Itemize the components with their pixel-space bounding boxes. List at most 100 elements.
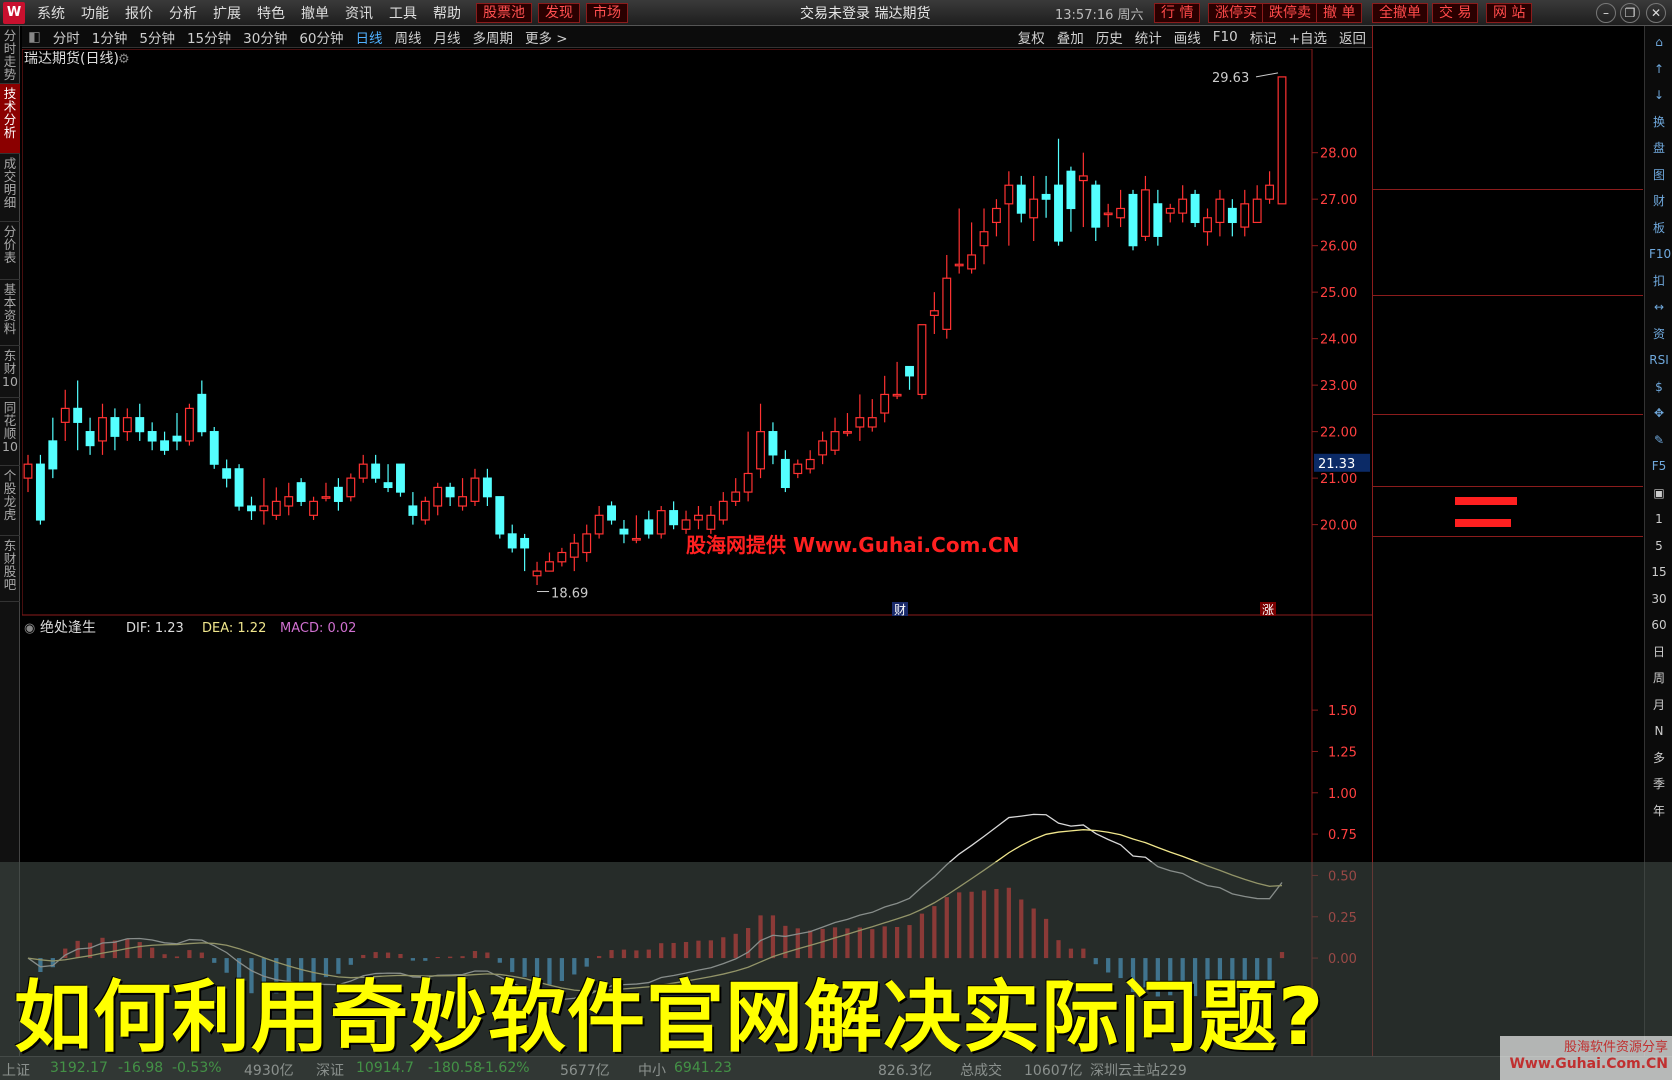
candle-body: [545, 561, 554, 572]
right-tool-icon[interactable]: ↔: [1649, 297, 1669, 317]
menu-item[interactable]: 扩展: [205, 3, 249, 23]
right-tool-icon[interactable]: 1: [1649, 509, 1669, 529]
chart-tool-button[interactable]: 历史: [1090, 27, 1129, 47]
chart-tool-button[interactable]: 统计: [1129, 27, 1168, 47]
minimize-icon[interactable]: –: [1596, 3, 1616, 23]
right-tool-icon[interactable]: 60: [1649, 615, 1669, 635]
left-tab[interactable]: 基本资料: [0, 280, 20, 346]
right-tool-icon[interactable]: F5: [1649, 456, 1669, 476]
right-tool-icon[interactable]: 年: [1649, 801, 1669, 821]
left-tab[interactable]: 成交明细: [0, 154, 20, 222]
stats2-separator: [1373, 414, 1643, 415]
quote-price-row: [1373, 60, 1643, 81]
quick-trade-button[interactable]: 全撤单: [1372, 3, 1428, 23]
right-tool-icon[interactable]: 扣: [1649, 271, 1669, 291]
period-tab[interactable]: 更多 >: [519, 27, 574, 47]
close-icon[interactable]: ✕: [1646, 3, 1666, 23]
period-tab[interactable]: 月线: [428, 27, 467, 47]
right-tool-icon[interactable]: 资: [1649, 324, 1669, 344]
left-tab[interactable]: 同花顺10: [0, 398, 20, 466]
right-tool-icon[interactable]: 盘: [1649, 138, 1669, 158]
candle-body: [247, 505, 256, 512]
right-tool-icon[interactable]: 多: [1649, 748, 1669, 768]
quick-trade-button[interactable]: 涨停买: [1208, 3, 1264, 23]
menu-highlight-item[interactable]: 发现: [538, 2, 580, 23]
chart-tool-button[interactable]: 画线: [1168, 27, 1207, 47]
menu-item[interactable]: 系统: [29, 3, 73, 23]
restore-icon[interactable]: ❐: [1620, 3, 1640, 23]
menu-item[interactable]: 报价: [117, 3, 161, 23]
menu-item[interactable]: 特色: [249, 3, 293, 23]
menu-item[interactable]: 功能: [73, 3, 117, 23]
macd-value: MACD: 0.02: [280, 621, 356, 636]
menu-item[interactable]: 资讯: [337, 3, 381, 23]
period-tab[interactable]: 30分钟: [237, 27, 293, 47]
candle-body: [1103, 212, 1113, 216]
quick-trade-button[interactable]: 跌停卖: [1262, 3, 1318, 23]
left-tab[interactable]: 分价表: [0, 222, 20, 280]
quick-trade-button[interactable]: 网 站: [1486, 3, 1533, 23]
period-tab[interactable]: 分时: [47, 27, 86, 47]
toggle-panel-icon[interactable]: ◧: [22, 29, 47, 45]
dif-value: DIF: 1.23: [126, 621, 184, 636]
left-tab[interactable]: 分时走势: [0, 26, 20, 84]
candle-body: [656, 510, 666, 535]
candle-body: [830, 431, 840, 451]
quick-trade-button[interactable]: 撤 单: [1316, 3, 1363, 23]
menu-item[interactable]: 帮助: [425, 3, 469, 23]
right-tool-icon[interactable]: 月: [1649, 695, 1669, 715]
period-tab[interactable]: 60分钟: [293, 27, 349, 47]
candle-body: [979, 231, 989, 247]
right-tool-icon[interactable]: RSI: [1649, 350, 1669, 370]
right-tool-icon[interactable]: F10: [1649, 244, 1671, 264]
menu-highlight-item[interactable]: 市场: [586, 2, 628, 23]
menu-item[interactable]: 撤单: [293, 3, 337, 23]
candle-body: [520, 537, 530, 549]
candle-body: [793, 463, 803, 475]
period-tab[interactable]: 1分钟: [86, 27, 134, 47]
right-tool-icon[interactable]: 季: [1649, 774, 1669, 794]
chart-tool-button[interactable]: 返回: [1333, 27, 1372, 47]
left-tab[interactable]: 东财股吧: [0, 536, 20, 602]
right-tool-icon[interactable]: ⌂: [1649, 32, 1669, 52]
period-tab[interactable]: 15分钟: [181, 27, 237, 47]
right-tool-icon[interactable]: 财: [1649, 191, 1669, 211]
quick-trade-button[interactable]: 交 易: [1432, 3, 1479, 23]
period-toolbar: ◧ 分时 1分钟 5分钟 15分钟 30分钟 60分钟 日线 周线 月线 多周期 更多 > 复权 叠加…: [22, 26, 1372, 48]
high-price-label: 29.63: [1212, 71, 1249, 86]
right-tool-icon[interactable]: 板: [1649, 218, 1669, 238]
right-tool-icon[interactable]: 日: [1649, 642, 1669, 662]
right-tool-icon[interactable]: ↓: [1649, 85, 1669, 105]
right-tool-icon[interactable]: ▣: [1649, 483, 1669, 503]
left-tab[interactable]: 个股龙虎: [0, 466, 20, 536]
right-tool-icon[interactable]: $: [1649, 377, 1669, 397]
right-tool-icon[interactable]: 15: [1649, 562, 1669, 582]
marker-cai: 财: [894, 603, 906, 617]
chart-tool-button[interactable]: 叠加: [1051, 27, 1090, 47]
left-tab[interactable]: 东财10: [0, 346, 20, 398]
clock: 13:57:16 周六: [1055, 8, 1144, 23]
period-tab[interactable]: 日线: [350, 27, 389, 47]
right-tool-icon[interactable]: ↑: [1649, 59, 1669, 79]
chart-tool-button[interactable]: 复权: [1012, 27, 1051, 47]
right-tool-icon[interactable]: 图: [1649, 165, 1669, 185]
right-tool-icon[interactable]: 周: [1649, 668, 1669, 688]
candle-body: [470, 477, 480, 502]
menu-item[interactable]: 工具: [381, 3, 425, 23]
right-tool-icon[interactable]: 30: [1649, 589, 1669, 609]
right-tool-icon[interactable]: 换: [1649, 112, 1669, 132]
chart-tool-button[interactable]: +自选: [1283, 27, 1333, 47]
period-tab[interactable]: 多周期: [467, 27, 520, 47]
right-tool-icon[interactable]: ✥: [1649, 403, 1669, 423]
chart-tool-button[interactable]: F10: [1207, 29, 1244, 45]
right-tool-icon[interactable]: N: [1649, 721, 1669, 741]
period-tab[interactable]: 5分钟: [133, 27, 181, 47]
right-tool-icon[interactable]: ✎: [1649, 430, 1669, 450]
period-tab[interactable]: 周线: [389, 27, 428, 47]
right-tool-icon[interactable]: 5: [1649, 536, 1669, 556]
chart-tool-button[interactable]: 标记: [1244, 27, 1283, 47]
menu-item[interactable]: 分析: [161, 3, 205, 23]
left-tab[interactable]: 技术分析: [0, 84, 20, 154]
menu-highlight-item[interactable]: 股票池: [476, 2, 532, 23]
quick-trade-button[interactable]: 行 情: [1154, 3, 1201, 23]
